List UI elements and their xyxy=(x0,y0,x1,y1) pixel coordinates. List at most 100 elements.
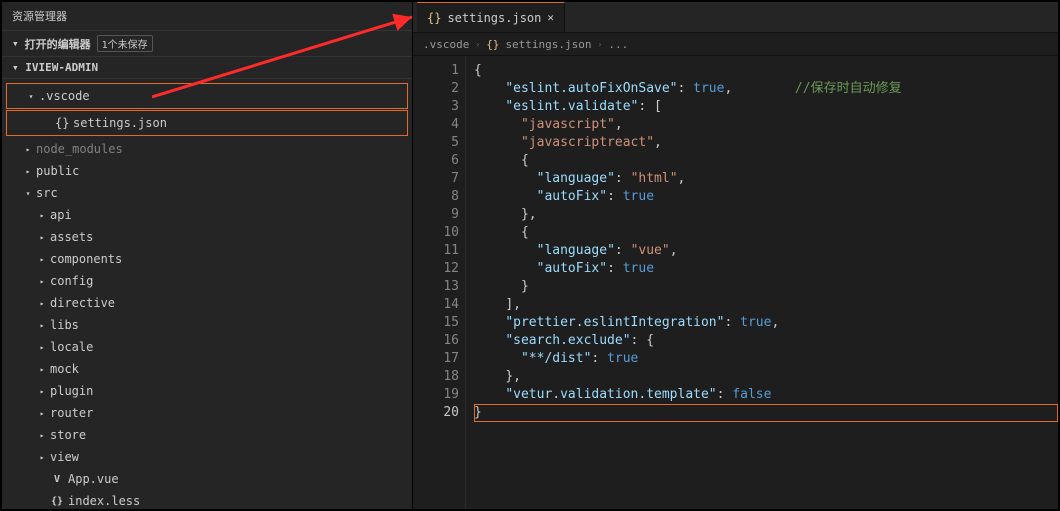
close-icon[interactable]: ✕ xyxy=(547,11,554,24)
code-line[interactable]: { xyxy=(474,224,1058,242)
tree-item-label: node_modules xyxy=(36,142,123,156)
chevron-down-icon: ▾ xyxy=(27,92,35,101)
code-content[interactable]: { "eslint.autoFixOnSave": true, //保存时自动修… xyxy=(466,56,1058,509)
line-number: 13 xyxy=(413,278,459,296)
tree-item-label: src xyxy=(36,186,58,200)
chevron-right-icon: ▸ xyxy=(38,255,46,264)
code-line[interactable]: "eslint.validate": [ xyxy=(474,98,1058,116)
tab-bar: {} settings.json ✕ xyxy=(413,2,1058,33)
chevron-right-icon: ▸ xyxy=(38,365,46,374)
code-line[interactable]: "search.exclude": { xyxy=(474,332,1058,350)
chevron-right-icon: ▸ xyxy=(38,409,46,418)
code-line[interactable]: { xyxy=(474,62,1058,80)
vue-icon: V xyxy=(50,474,64,485)
folder-vscode[interactable]: ▾ .vscode xyxy=(7,85,407,107)
tree-item[interactable]: ▸ components xyxy=(2,248,412,270)
code-line[interactable]: "language": "html", xyxy=(474,170,1058,188)
line-number: 17 xyxy=(413,350,459,368)
line-number: 8 xyxy=(413,188,459,206)
code-line[interactable]: "autoFix": true xyxy=(474,260,1058,278)
code-line[interactable]: "eslint.autoFixOnSave": true, //保存时自动修复 xyxy=(474,80,1058,98)
line-gutter: 1234567891011121314151617181920 xyxy=(413,56,466,509)
line-number: 18 xyxy=(413,368,459,386)
code-line[interactable]: "autoFix": true xyxy=(474,188,1058,206)
line-number: 20 xyxy=(413,404,459,422)
chevron-right-icon: ▸ xyxy=(38,321,46,330)
tree-item[interactable]: ▸config xyxy=(2,270,412,292)
line-number: 11 xyxy=(413,242,459,260)
tree-item[interactable]: ▸assets xyxy=(2,226,412,248)
chevron-right-icon: ▸ xyxy=(38,387,46,396)
line-number: 19 xyxy=(413,386,459,404)
code-line[interactable]: }, xyxy=(474,206,1058,224)
tree-item[interactable]: {}index.less xyxy=(2,490,412,509)
chevron-right-icon: ▸ xyxy=(38,453,46,462)
chevron-right-icon: ▸ xyxy=(38,211,46,220)
file-tree: ▾ .vscode {} settings.json ▸ node_modules… xyxy=(2,79,412,509)
code-line[interactable]: { xyxy=(474,152,1058,170)
chevron-right-icon: › xyxy=(598,40,603,49)
tree-item[interactable]: ▾ src xyxy=(2,182,412,204)
tree-item-label: index.less xyxy=(68,494,140,508)
crumb-folder: .vscode xyxy=(423,38,469,51)
tree-item-label: public xyxy=(36,164,79,178)
chevron-down-icon: ▾ xyxy=(24,189,32,198)
chevron-down-icon: ▾ xyxy=(12,61,19,74)
tree-item[interactable]: ▸router xyxy=(2,402,412,424)
tree-item[interactable]: ▸api xyxy=(2,204,412,226)
tree-item-label: components xyxy=(50,252,122,266)
code-line[interactable]: "prettier.eslintIntegration": true, xyxy=(474,314,1058,332)
tree-item[interactable]: ▸mock xyxy=(2,358,412,380)
unsaved-badge: 1个未保存 xyxy=(97,35,153,52)
code-line[interactable]: }, xyxy=(474,368,1058,386)
chevron-right-icon: ▸ xyxy=(24,167,32,176)
tree-item[interactable]: ▸store xyxy=(2,424,412,446)
code-line[interactable]: } xyxy=(474,278,1058,296)
tree-item[interactable]: ▸ node_modules xyxy=(2,138,412,160)
chevron-right-icon: ▸ xyxy=(38,431,46,440)
explorer-sidebar: 资源管理器 ▾ 打开的编辑器 1个未保存 ▾ IVIEW-ADMIN ▾ .vs… xyxy=(2,2,413,509)
tree-item[interactable]: ▸ libs xyxy=(2,314,412,336)
crumb-file: settings.json xyxy=(505,38,591,51)
tree-item[interactable]: ▸ view xyxy=(2,446,412,468)
tree-item-label: libs xyxy=(50,318,79,332)
tab-label: settings.json xyxy=(447,11,541,25)
line-number: 4 xyxy=(413,116,459,134)
tree-item[interactable]: ▸ public xyxy=(2,160,412,182)
line-number: 9 xyxy=(413,206,459,224)
code-editor[interactable]: 1234567891011121314151617181920 { "eslin… xyxy=(413,56,1058,509)
tree-item[interactable]: ▸ directive xyxy=(2,292,412,314)
code-line[interactable]: "**/dist": true xyxy=(474,350,1058,368)
open-editors-header[interactable]: ▾ 打开的编辑器 1个未保存 xyxy=(2,31,412,57)
tree-item[interactable]: ▸plugin xyxy=(2,380,412,402)
tree-item-label: App.vue xyxy=(68,472,119,486)
line-number: 1 xyxy=(413,62,459,80)
tab-settings-json[interactable]: {} settings.json ✕ xyxy=(417,2,565,32)
line-number: 2 xyxy=(413,80,459,98)
code-line[interactable]: "javascriptreact", xyxy=(474,134,1058,152)
code-line[interactable]: } xyxy=(474,404,1058,422)
chevron-right-icon: ▸ xyxy=(38,299,46,308)
chevron-right-icon: ▸ xyxy=(38,277,46,286)
folder-label: .vscode xyxy=(39,89,90,103)
project-name: IVIEW-ADMIN xyxy=(25,61,98,74)
breadcrumb[interactable]: .vscode › {} settings.json › ... xyxy=(413,33,1058,56)
json-icon: {} xyxy=(55,116,69,130)
tree-item-label: view xyxy=(50,450,79,464)
open-editors-label: 打开的编辑器 xyxy=(25,36,91,52)
crumb-rest: ... xyxy=(608,38,628,51)
line-number: 3 xyxy=(413,98,459,116)
tree-item-label: directive xyxy=(50,296,115,310)
code-line[interactable]: "javascript", xyxy=(474,116,1058,134)
tree-item[interactable]: V App.vue xyxy=(2,468,412,490)
chevron-right-icon: ▸ xyxy=(24,145,32,154)
line-number: 16 xyxy=(413,332,459,350)
line-number: 5 xyxy=(413,134,459,152)
file-settings-json[interactable]: {} settings.json xyxy=(7,112,407,134)
project-header[interactable]: ▾ IVIEW-ADMIN xyxy=(2,57,412,79)
code-line[interactable]: "vetur.validation.template": false xyxy=(474,386,1058,404)
code-line[interactable]: ], xyxy=(474,296,1058,314)
code-line[interactable]: "language": "vue", xyxy=(474,242,1058,260)
line-number: 6 xyxy=(413,152,459,170)
tree-item[interactable]: ▸locale xyxy=(2,336,412,358)
